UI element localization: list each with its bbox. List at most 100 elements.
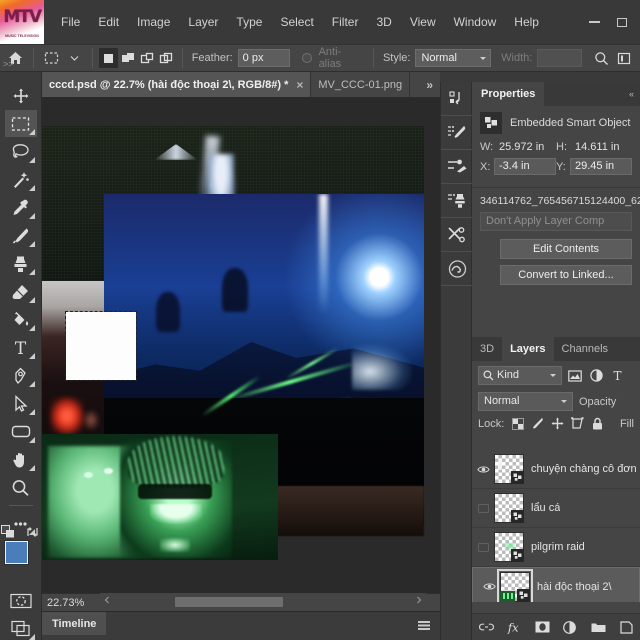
table-row[interactable]: lẩu cá [472,489,640,528]
clone-stamp-tool[interactable] [5,250,37,277]
layer-thumbnail[interactable] [494,532,524,562]
lock-position-icon[interactable] [551,417,564,430]
tool-presets-icon[interactable] [441,218,473,252]
horizontal-scroll-thumb[interactable] [175,597,283,607]
menu-item-filter[interactable]: Filter [323,11,368,33]
brush-tool[interactable] [5,222,37,249]
layer-thumbnail[interactable] [500,572,530,602]
canvas-horizontal-scrollbar[interactable] [100,593,426,611]
layer-visibility-toggle[interactable] [472,504,494,513]
menu-item-file[interactable]: File [52,11,89,33]
move-tool[interactable] [5,82,37,109]
layer-style-fx-icon[interactable]: fx [507,620,522,635]
default-colors-icon[interactable] [1,525,15,538]
swap-colors-icon[interactable] [26,526,39,538]
menu-item-3d[interactable]: 3D [367,11,400,33]
canvas-area[interactable] [42,98,440,593]
tool-preset-chevron-down-icon[interactable] [63,47,86,69]
layer-visibility-toggle[interactable] [472,465,494,474]
eraser-tool[interactable] [5,278,37,305]
layer-name[interactable]: hài độc thoại 2\ [537,579,612,595]
brush-presets-icon[interactable] [441,116,473,150]
layer-name[interactable]: chuyện chàng cô đơn [531,463,637,475]
foreground-color-swatch[interactable] [5,541,28,564]
screen-mode-icon[interactable] [5,615,37,640]
subtract-from-selection-button[interactable] [137,48,156,68]
new-layer-icon[interactable] [619,620,634,635]
w-value[interactable]: 25.972 in [496,141,547,153]
lock-artboard-icon[interactable] [571,417,584,430]
pen-tool[interactable] [5,362,37,389]
marquee-selection[interactable] [66,312,136,380]
filter-kind-select[interactable]: Kind [478,366,562,385]
feather-input[interactable]: 0 px [238,49,290,67]
layer-visibility-toggle[interactable] [478,582,500,591]
rectangle-shape-tool[interactable] [5,418,37,445]
document-tab-mv-ccc-01[interactable]: MV_CCC-01.png [311,72,410,97]
eyedropper-tool[interactable] [5,194,37,221]
layer-name[interactable]: pilgrim raid [531,541,585,553]
maximize-button[interactable] [608,9,636,35]
table-row[interactable]: pilgrim raid [472,528,640,567]
path-selection-tool[interactable] [5,390,37,417]
clone-source-icon[interactable] [441,184,473,218]
style-select[interactable]: Normal [415,49,491,67]
zoom-level[interactable]: 22.73% [42,597,100,609]
brush-settings-icon[interactable] [441,150,473,184]
document-tab-cccd[interactable]: cccd.psd @ 22.7% (hài độc thoại 2\, RGB/… [42,72,311,97]
tab-3d[interactable]: 3D [472,337,502,361]
table-row[interactable]: chuyện chàng cô đơn [472,450,640,489]
filter-pixel-icon[interactable] [567,368,583,384]
new-selection-button[interactable] [99,48,118,68]
menu-item-edit[interactable]: Edit [89,11,128,33]
layer-list[interactable]: chuyện chàng cô đơn lẩu cá [472,450,640,602]
tab-channels[interactable]: Channels [554,337,616,361]
magic-wand-tool[interactable] [5,166,37,193]
creative-cloud-icon[interactable] [441,252,473,286]
arrange-documents-icon[interactable] [613,47,636,69]
y-input[interactable]: 29.45 in [570,158,632,175]
scroll-left-icon[interactable] [100,593,114,607]
x-input[interactable]: -3.4 in [494,158,556,175]
tab-properties[interactable]: Properties [472,82,544,106]
history-icon[interactable] [441,82,473,116]
layer-visibility-toggle[interactable] [472,543,494,552]
new-adjustment-layer-icon[interactable] [563,620,578,635]
minimize-button[interactable] [580,9,608,35]
rectangular-marquee-icon[interactable] [40,47,63,69]
layer-comp-select[interactable]: Don't Apply Layer Comp [480,212,632,231]
menu-item-select[interactable]: Select [271,11,322,33]
add-to-selection-button[interactable] [118,48,137,68]
quick-mask-icon[interactable] [5,587,37,614]
width-input[interactable] [537,49,582,67]
layer-thumbnail[interactable] [494,493,524,523]
lock-transparent-pixels-icon[interactable] [511,417,524,430]
link-layers-icon[interactable] [479,620,494,635]
panel-menu-icon[interactable] [418,621,430,630]
menu-item-image[interactable]: Image [128,11,179,33]
paint-bucket-tool[interactable] [5,306,37,333]
new-group-icon[interactable] [591,620,606,635]
rectangular-marquee-tool[interactable] [5,110,37,137]
menu-item-layer[interactable]: Layer [179,11,227,33]
filter-type-icon[interactable]: T [609,368,625,384]
tab-timeline[interactable]: Timeline [42,612,106,635]
menu-item-help[interactable]: Help [505,11,548,33]
type-tool[interactable]: T [5,334,37,361]
close-icon[interactable]: × [296,78,303,92]
lock-image-pixels-icon[interactable] [531,417,544,430]
tab-layers[interactable]: Layers [502,337,553,361]
scroll-right-icon[interactable] [412,593,426,607]
filter-adjustment-icon[interactable] [588,368,604,384]
zoom-tool[interactable] [5,474,37,501]
menu-item-view[interactable]: View [401,11,445,33]
panel-collapse-button[interactable]: « [623,82,640,106]
lasso-tool[interactable] [5,138,37,165]
search-icon[interactable] [590,47,613,69]
hand-tool[interactable] [5,446,37,473]
blend-mode-select[interactable]: Normal [478,392,573,411]
intersect-with-selection-button[interactable] [157,48,176,68]
toolbar-collapse-button[interactable]: >> [3,59,14,69]
lock-all-icon[interactable] [591,417,604,430]
menu-item-type[interactable]: Type [227,11,271,33]
